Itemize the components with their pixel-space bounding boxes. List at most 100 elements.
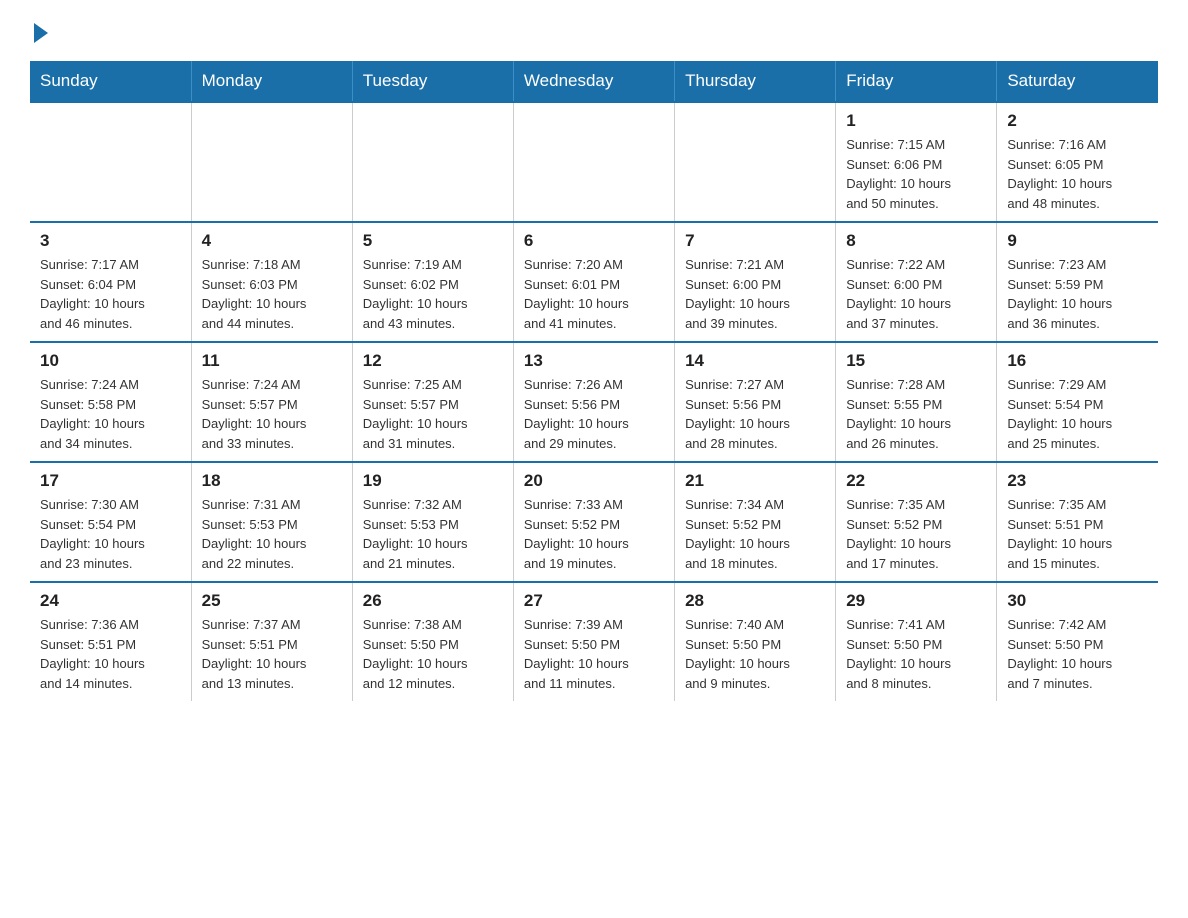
table-row: 24Sunrise: 7:36 AM Sunset: 5:51 PM Dayli…	[30, 582, 191, 701]
table-row: 29Sunrise: 7:41 AM Sunset: 5:50 PM Dayli…	[836, 582, 997, 701]
day-info: Sunrise: 7:42 AM Sunset: 5:50 PM Dayligh…	[1007, 615, 1148, 693]
day-number: 25	[202, 591, 342, 611]
day-info: Sunrise: 7:35 AM Sunset: 5:52 PM Dayligh…	[846, 495, 986, 573]
table-row: 4Sunrise: 7:18 AM Sunset: 6:03 PM Daylig…	[191, 222, 352, 342]
calendar-week-row: 10 Sunrise: 7:24 AM Sunset: 5:58 PM Dayli…	[30, 342, 1158, 462]
calendar-week-row: 1 Sunrise: 7:15 AM Sunset: 6:06 PM Daylig…	[30, 102, 1158, 222]
table-row: 28Sunrise: 7:40 AM Sunset: 5:50 PM Dayli…	[675, 582, 836, 701]
page-header	[30, 20, 1158, 43]
day-info: Sunrise: 7:35 AM Sunset: 5:51 PM Dayligh…	[1007, 495, 1148, 573]
table-row	[513, 102, 674, 222]
header-saturday: Saturday	[997, 61, 1158, 102]
day-info: Sunrise: 7:23 AM Sunset: 5:59 PM Dayligh…	[1007, 255, 1148, 333]
day-info: Sunrise: 7:24 AM Sunset: 5:57 PM Dayligh…	[202, 375, 342, 453]
day-info: Sunrise: 7:29 AM Sunset: 5:54 PM Dayligh…	[1007, 375, 1148, 453]
table-row: 25Sunrise: 7:37 AM Sunset: 5:51 PM Dayli…	[191, 582, 352, 701]
header-sunday: Sunday	[30, 61, 191, 102]
day-info: Sunrise: 7:26 AM Sunset: 5:56 PM Dayligh…	[524, 375, 664, 453]
day-number: 8	[846, 231, 986, 251]
day-info: Sunrise: 7:22 AM Sunset: 6:00 PM Dayligh…	[846, 255, 986, 333]
header-friday: Friday	[836, 61, 997, 102]
day-info: Sunrise: 7:32 AM Sunset: 5:53 PM Dayligh…	[363, 495, 503, 573]
table-row: 17 Sunrise: 7:30 AM Sunset: 5:54 PM Dayli…	[30, 462, 191, 582]
day-info: Sunrise: 7:27 AM Sunset: 5:56 PM Dayligh…	[685, 375, 825, 453]
table-row: 19 Sunrise: 7:32 AM Sunset: 5:53 PM Dayli…	[352, 462, 513, 582]
table-row: 8 Sunrise: 7:22 AM Sunset: 6:00 PM Daylig…	[836, 222, 997, 342]
day-info: Sunrise: 7:31 AM Sunset: 5:53 PM Dayligh…	[202, 495, 342, 573]
header-wednesday: Wednesday	[513, 61, 674, 102]
table-row	[191, 102, 352, 222]
day-number: 13	[524, 351, 664, 371]
day-number: 18	[202, 471, 342, 491]
day-info: Sunrise: 7:28 AM Sunset: 5:55 PM Dayligh…	[846, 375, 986, 453]
table-row: 3 Sunrise: 7:17 AM Sunset: 6:04 PM Daylig…	[30, 222, 191, 342]
day-info: Sunrise: 7:15 AM Sunset: 6:06 PM Dayligh…	[846, 135, 986, 213]
day-info: Sunrise: 7:20 AM Sunset: 6:01 PM Dayligh…	[524, 255, 664, 333]
day-number: 6	[524, 231, 664, 251]
day-info: Sunrise: 7:16 AM Sunset: 6:05 PM Dayligh…	[1007, 135, 1148, 213]
day-number: 2	[1007, 111, 1148, 131]
table-row: 15 Sunrise: 7:28 AM Sunset: 5:55 PM Dayli…	[836, 342, 997, 462]
table-row	[30, 102, 191, 222]
day-info: Sunrise: 7:40 AM Sunset: 5:50 PM Dayligh…	[685, 615, 825, 693]
calendar-week-row: 24Sunrise: 7:36 AM Sunset: 5:51 PM Dayli…	[30, 582, 1158, 701]
day-number: 24	[40, 591, 181, 611]
header-thursday: Thursday	[675, 61, 836, 102]
day-number: 19	[363, 471, 503, 491]
table-row: 18 Sunrise: 7:31 AM Sunset: 5:53 PM Dayli…	[191, 462, 352, 582]
day-number: 7	[685, 231, 825, 251]
day-info: Sunrise: 7:30 AM Sunset: 5:54 PM Dayligh…	[40, 495, 181, 573]
day-number: 5	[363, 231, 503, 251]
day-number: 30	[1007, 591, 1148, 611]
day-number: 11	[202, 351, 342, 371]
table-row: 10 Sunrise: 7:24 AM Sunset: 5:58 PM Dayli…	[30, 342, 191, 462]
day-info: Sunrise: 7:19 AM Sunset: 6:02 PM Dayligh…	[363, 255, 503, 333]
table-row: 9 Sunrise: 7:23 AM Sunset: 5:59 PM Daylig…	[997, 222, 1158, 342]
table-row: 2 Sunrise: 7:16 AM Sunset: 6:05 PM Daylig…	[997, 102, 1158, 222]
day-number: 9	[1007, 231, 1148, 251]
table-row: 6 Sunrise: 7:20 AM Sunset: 6:01 PM Daylig…	[513, 222, 674, 342]
day-info: Sunrise: 7:34 AM Sunset: 5:52 PM Dayligh…	[685, 495, 825, 573]
day-number: 16	[1007, 351, 1148, 371]
table-row	[675, 102, 836, 222]
day-info: Sunrise: 7:38 AM Sunset: 5:50 PM Dayligh…	[363, 615, 503, 693]
table-row: 22 Sunrise: 7:35 AM Sunset: 5:52 PM Dayli…	[836, 462, 997, 582]
day-info: Sunrise: 7:18 AM Sunset: 6:03 PM Dayligh…	[202, 255, 342, 333]
day-number: 23	[1007, 471, 1148, 491]
day-info: Sunrise: 7:25 AM Sunset: 5:57 PM Dayligh…	[363, 375, 503, 453]
table-row: 30 Sunrise: 7:42 AM Sunset: 5:50 PM Dayli…	[997, 582, 1158, 701]
day-info: Sunrise: 7:39 AM Sunset: 5:50 PM Dayligh…	[524, 615, 664, 693]
table-row: 12 Sunrise: 7:25 AM Sunset: 5:57 PM Dayli…	[352, 342, 513, 462]
table-row: 21Sunrise: 7:34 AM Sunset: 5:52 PM Dayli…	[675, 462, 836, 582]
table-row: 27 Sunrise: 7:39 AM Sunset: 5:50 PM Dayli…	[513, 582, 674, 701]
table-row: 7 Sunrise: 7:21 AM Sunset: 6:00 PM Daylig…	[675, 222, 836, 342]
day-number: 3	[40, 231, 181, 251]
table-row: 20Sunrise: 7:33 AM Sunset: 5:52 PM Dayli…	[513, 462, 674, 582]
day-info: Sunrise: 7:24 AM Sunset: 5:58 PM Dayligh…	[40, 375, 181, 453]
day-number: 17	[40, 471, 181, 491]
day-number: 14	[685, 351, 825, 371]
day-info: Sunrise: 7:33 AM Sunset: 5:52 PM Dayligh…	[524, 495, 664, 573]
table-row: 1 Sunrise: 7:15 AM Sunset: 6:06 PM Daylig…	[836, 102, 997, 222]
header-tuesday: Tuesday	[352, 61, 513, 102]
day-info: Sunrise: 7:17 AM Sunset: 6:04 PM Dayligh…	[40, 255, 181, 333]
day-number: 15	[846, 351, 986, 371]
day-number: 27	[524, 591, 664, 611]
logo-arrow-icon	[34, 23, 48, 43]
day-number: 10	[40, 351, 181, 371]
calendar-table: Sunday Monday Tuesday Wednesday Thursday…	[30, 61, 1158, 701]
day-number: 12	[363, 351, 503, 371]
table-row: 23 Sunrise: 7:35 AM Sunset: 5:51 PM Dayli…	[997, 462, 1158, 582]
day-number: 22	[846, 471, 986, 491]
calendar-week-row: 3 Sunrise: 7:17 AM Sunset: 6:04 PM Daylig…	[30, 222, 1158, 342]
table-row	[352, 102, 513, 222]
logo	[30, 20, 48, 43]
calendar-week-row: 17 Sunrise: 7:30 AM Sunset: 5:54 PM Dayli…	[30, 462, 1158, 582]
table-row: 14 Sunrise: 7:27 AM Sunset: 5:56 PM Dayli…	[675, 342, 836, 462]
calendar-header-row: Sunday Monday Tuesday Wednesday Thursday…	[30, 61, 1158, 102]
day-info: Sunrise: 7:21 AM Sunset: 6:00 PM Dayligh…	[685, 255, 825, 333]
day-info: Sunrise: 7:41 AM Sunset: 5:50 PM Dayligh…	[846, 615, 986, 693]
table-row: 16 Sunrise: 7:29 AM Sunset: 5:54 PM Dayli…	[997, 342, 1158, 462]
day-number: 1	[846, 111, 986, 131]
day-number: 26	[363, 591, 503, 611]
